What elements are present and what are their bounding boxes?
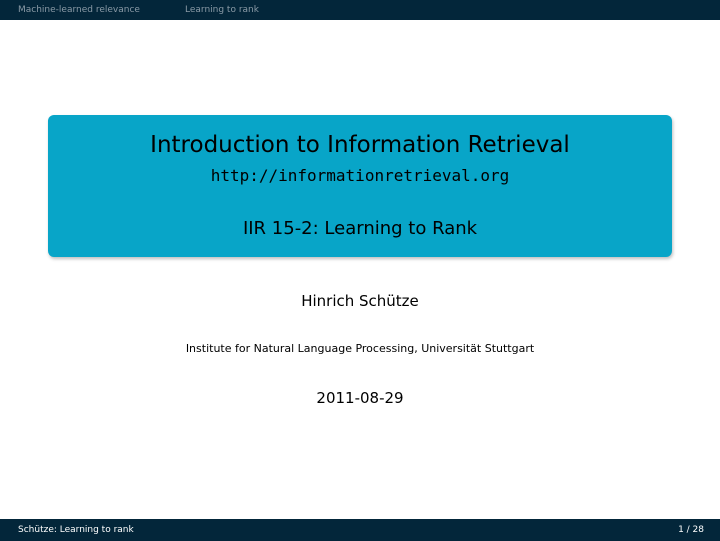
title-block: Introduction to Information Retrieval ht… xyxy=(48,115,672,257)
page-number: 1 / 28 xyxy=(678,525,704,535)
nav-link-learning-to-rank[interactable]: Learning to rank xyxy=(185,4,259,16)
nav-link-machine-learned-relevance[interactable]: Machine-learned relevance xyxy=(18,4,140,16)
header-nav-bar: Machine-learned relevance Learning to ra… xyxy=(0,0,720,20)
author-institute: Institute for Natural Language Processin… xyxy=(185,342,535,355)
presentation-subtitle: IIR 15-2: Learning to Rank xyxy=(242,218,478,239)
presentation-url[interactable]: http://informationretrieval.org xyxy=(48,165,672,187)
presentation-title: Introduction to Information Retrieval xyxy=(150,132,570,158)
footer-bar: Schütze: Learning to rank 1 / 28 xyxy=(0,519,720,541)
presentation-date: 2011-08-29 xyxy=(316,389,404,407)
author-name: Hinrich Schütze xyxy=(301,292,419,310)
footer-author-title: Schütze: Learning to rank xyxy=(18,525,134,535)
